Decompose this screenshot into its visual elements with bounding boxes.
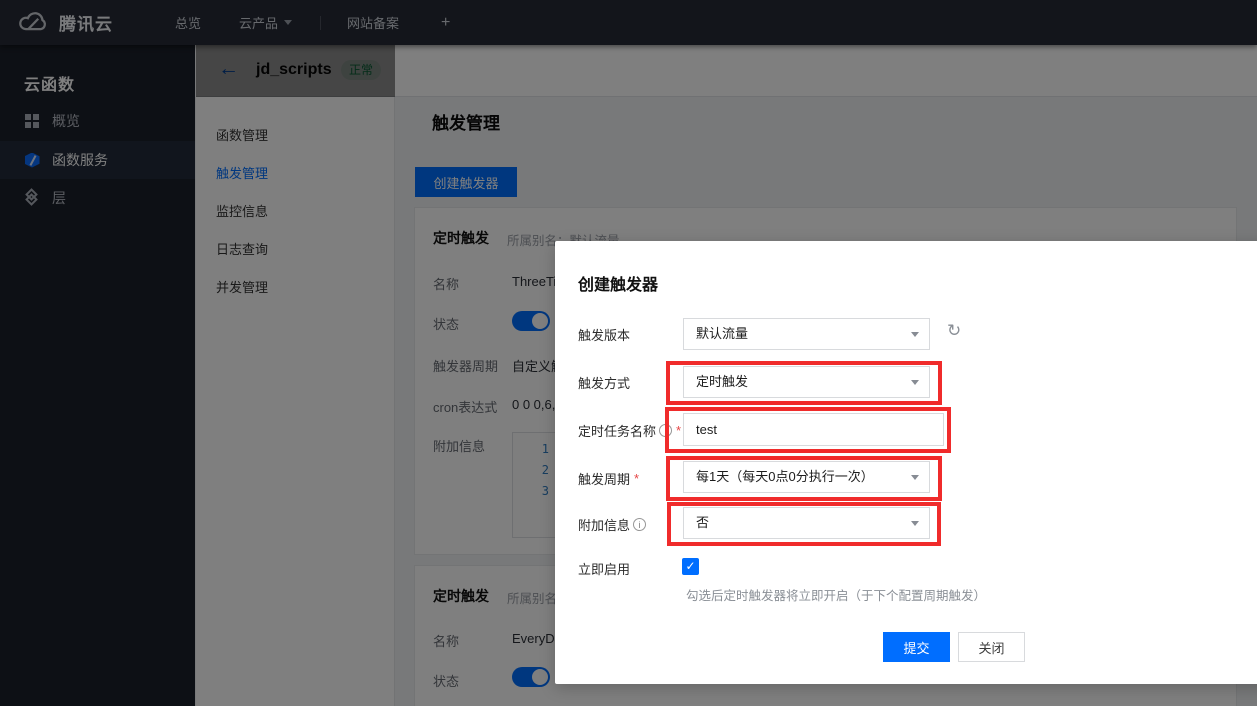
- trigger-version-select[interactable]: 默认流量: [683, 318, 930, 350]
- dialog-title: 创建触发器: [578, 271, 658, 295]
- select-value: 否: [696, 515, 709, 530]
- trigger-method-select[interactable]: 定时触发: [683, 366, 930, 398]
- enable-now-hint: 勾选后定时触发器将立即开启（于下个配置周期触发）: [686, 585, 986, 604]
- select-value: 默认流量: [696, 326, 748, 341]
- label-enable-now: 立即启用: [578, 559, 630, 578]
- info-icon[interactable]: i: [659, 424, 672, 437]
- additional-info-select[interactable]: 否: [683, 507, 930, 539]
- select-value: 每1天（每天0点0分执行一次）: [696, 469, 874, 484]
- label-additional-info: 附加信息 i: [578, 515, 646, 534]
- trigger-period-select[interactable]: 每1天（每天0点0分执行一次）: [683, 461, 930, 493]
- required-mark: *: [634, 471, 639, 486]
- task-name-input[interactable]: [683, 413, 944, 446]
- select-value: 定时触发: [696, 374, 748, 389]
- check-icon: ✓: [685, 559, 695, 573]
- close-button[interactable]: 关闭: [958, 632, 1025, 662]
- enable-now-checkbox-checked[interactable]: ✓: [682, 558, 699, 575]
- create-trigger-dialog: 创建触发器 触发版本 默认流量 ↻ 触发方式 定时触发 定时任务名称 i * 触…: [555, 241, 1257, 684]
- required-mark: *: [676, 423, 681, 438]
- info-icon[interactable]: i: [633, 518, 646, 531]
- label-trigger-method: 触发方式: [578, 373, 630, 392]
- label-trigger-version: 触发版本: [578, 325, 630, 344]
- refresh-icon[interactable]: ↻: [947, 321, 961, 341]
- dropdown-caret-icon: [911, 380, 919, 385]
- dropdown-caret-icon: [911, 475, 919, 480]
- label-task-name: 定时任务名称 i *: [578, 421, 681, 440]
- submit-button[interactable]: 提交: [883, 632, 950, 662]
- label-trigger-period: 触发周期 *: [578, 469, 639, 488]
- dropdown-caret-icon: [911, 521, 919, 526]
- dropdown-caret-icon: [911, 332, 919, 337]
